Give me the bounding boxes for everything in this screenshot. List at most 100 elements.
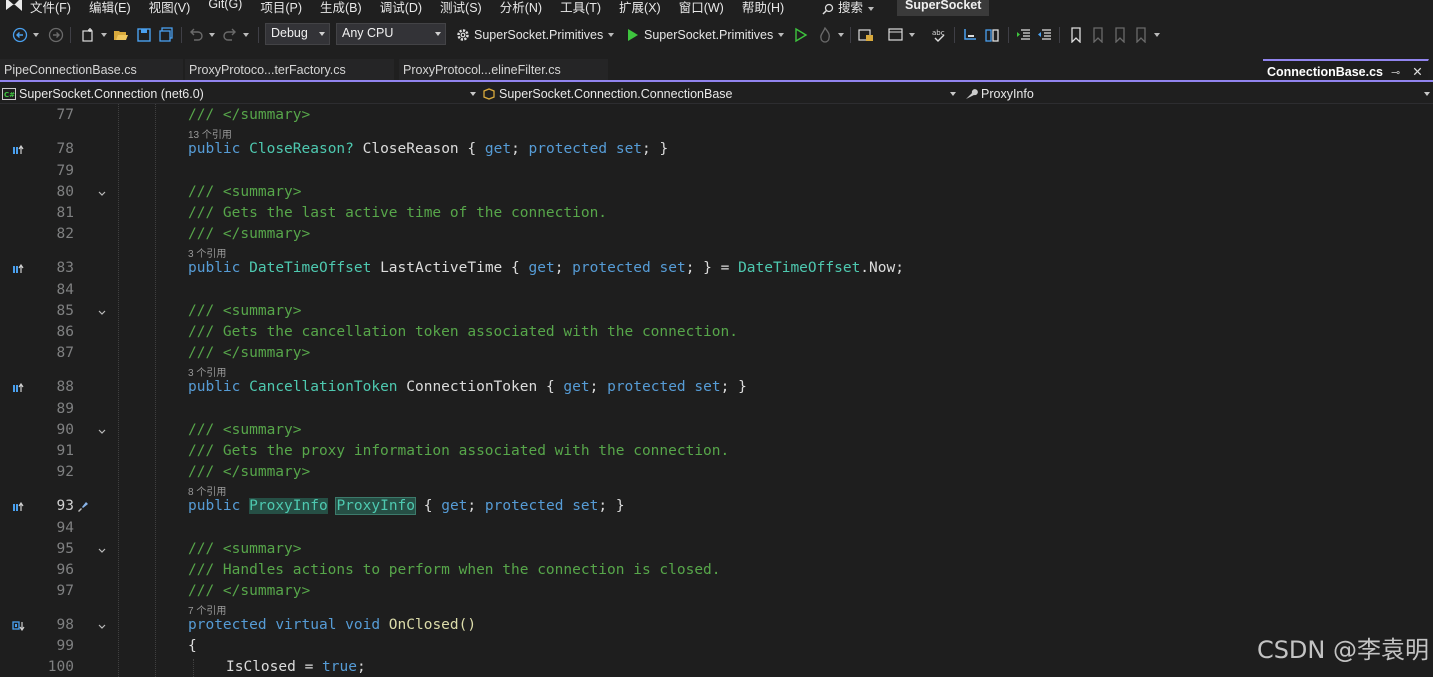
startup-project-dropdown[interactable]: SuperSocket.Primitives bbox=[455, 25, 615, 45]
line-number: 95 bbox=[56, 541, 74, 557]
solution-configuration-dropdown[interactable]: Debug bbox=[265, 23, 330, 45]
code-line[interactable]: 95 /// <summary> bbox=[0, 541, 1433, 562]
code-line[interactable]: 87 /// </summary> bbox=[0, 345, 1433, 366]
navigate-back-button[interactable] bbox=[12, 25, 39, 45]
chevron-down-icon bbox=[608, 33, 615, 37]
navigate-forward-button[interactable] bbox=[48, 25, 64, 45]
collapse-chevron-icon[interactable] bbox=[98, 547, 106, 555]
hot-reload-button[interactable] bbox=[817, 25, 844, 45]
code-line[interactable]: 83 public DateTimeOffset LastActiveTime … bbox=[0, 260, 1433, 281]
menu-edit[interactable]: 编辑(E) bbox=[89, 0, 131, 16]
member-dropdown[interactable]: ProxyInfo bbox=[964, 84, 1430, 103]
keyword: get bbox=[484, 141, 512, 157]
code-line[interactable]: 100 IsClosed = true; bbox=[0, 659, 1433, 677]
code-line[interactable]: 84 bbox=[0, 282, 1433, 303]
save-all-button[interactable] bbox=[158, 25, 174, 45]
collapse-chevron-icon[interactable] bbox=[98, 428, 106, 436]
close-icon[interactable]: ✕ bbox=[1412, 65, 1422, 79]
code-line[interactable]: 91 /// Gets the proxy information associ… bbox=[0, 443, 1433, 464]
code-line[interactable]: 80 /// <summary> bbox=[0, 184, 1433, 205]
menu-build[interactable]: 生成(B) bbox=[320, 0, 362, 16]
code-line[interactable]: 86 /// Gets the cancellation token assoc… bbox=[0, 324, 1433, 345]
collapse-chevron-icon[interactable] bbox=[98, 190, 106, 198]
toggle-view-button[interactable] bbox=[984, 25, 1000, 45]
code-line[interactable]: 81 /// Gets the last active time of the … bbox=[0, 205, 1433, 226]
line-number: 100 bbox=[47, 659, 74, 675]
menu-file[interactable]: 文件(F) bbox=[30, 0, 71, 16]
code-line[interactable]: 85 /// <summary> bbox=[0, 303, 1433, 324]
indent-button[interactable] bbox=[1037, 25, 1053, 45]
menu-extensions[interactable]: 扩展(X) bbox=[619, 0, 661, 16]
code-line[interactable]: 88 public CancellationToken ConnectionTo… bbox=[0, 379, 1433, 400]
menu-view[interactable]: 视图(V) bbox=[149, 0, 191, 16]
toolbar-separator bbox=[954, 27, 955, 43]
codelens-references[interactable]: 7 个引用 bbox=[188, 602, 226, 617]
next-bookmark-button[interactable] bbox=[1111, 25, 1127, 45]
project-name: SuperSocket.Connection (net6.0) bbox=[19, 86, 204, 101]
solution-platform-value: Any CPU bbox=[342, 26, 394, 40]
line-number: 94 bbox=[56, 520, 74, 536]
menu-help[interactable]: 帮助(H) bbox=[742, 0, 784, 16]
xml-doc-comment: /// <summary> bbox=[188, 422, 302, 438]
redo-button[interactable] bbox=[222, 25, 249, 45]
keyword: get bbox=[563, 379, 590, 395]
previous-bookmark-button[interactable] bbox=[1089, 25, 1105, 45]
chevron-down-icon bbox=[868, 6, 875, 11]
code-line[interactable]: 96 /// Handles actions to perform when t… bbox=[0, 562, 1433, 583]
project-dropdown[interactable]: C# SuperSocket.Connection (net6.0) bbox=[2, 84, 476, 103]
code-line[interactable]: 97 /// </summary> bbox=[0, 583, 1433, 604]
codelens-references[interactable]: 3 个引用 bbox=[188, 245, 226, 260]
keyword: protected bbox=[528, 141, 608, 157]
menu-project[interactable]: 项目(P) bbox=[260, 0, 302, 16]
visual-studio-logo-icon[interactable] bbox=[4, 0, 24, 12]
tab-proxyprotocol-pipelinefilter[interactable]: ProxyProtocol...elineFilter.cs bbox=[399, 59, 609, 81]
line-number: 80 bbox=[56, 184, 74, 200]
menu-debug[interactable]: 调试(D) bbox=[380, 0, 422, 16]
step-into-button[interactable] bbox=[962, 25, 978, 45]
code-line[interactable]: 98 protected virtual void OnClosed() bbox=[0, 617, 1433, 638]
codelens-references[interactable]: 8 个引用 bbox=[188, 483, 226, 498]
collapse-chevron-icon[interactable] bbox=[98, 309, 106, 317]
open-file-button[interactable] bbox=[113, 25, 129, 45]
pin-icon[interactable]: ⊸ bbox=[1391, 67, 1400, 79]
tab-pipeconnectionbase[interactable]: PipeConnectionBase.cs bbox=[0, 59, 184, 81]
method-declaration: protected virtual void OnClosed() bbox=[188, 617, 476, 633]
code-line[interactable]: 79 bbox=[0, 163, 1433, 184]
outdent-button[interactable] bbox=[1016, 25, 1032, 45]
code-line[interactable]: 78 public CloseReason? CloseReason { get… bbox=[0, 141, 1433, 162]
save-button[interactable] bbox=[136, 25, 152, 45]
menu-tools[interactable]: 工具(T) bbox=[560, 0, 601, 16]
clear-bookmarks-button[interactable] bbox=[1133, 25, 1160, 45]
layout-button[interactable] bbox=[888, 25, 915, 45]
menu-test[interactable]: 测试(S) bbox=[440, 0, 482, 16]
tab-proxyprotocol-filterfactory[interactable]: ProxyProtoco...terFactory.cs bbox=[185, 59, 395, 81]
tab-connectionbase[interactable]: ConnectionBase.cs ⊸ ✕ bbox=[1263, 59, 1429, 81]
code-line[interactable]: 92 /// </summary> bbox=[0, 464, 1433, 485]
undo-button[interactable] bbox=[188, 25, 215, 45]
menu-analyze[interactable]: 分析(N) bbox=[500, 0, 542, 16]
start-without-debugging-button[interactable] bbox=[793, 25, 809, 45]
toggle-bookmark-button[interactable] bbox=[1068, 25, 1084, 45]
code-line-current[interactable]: 93 public ProxyInfo ProxyInfo { get; pro… bbox=[0, 497, 1433, 519]
tab-label: PipeConnectionBase.cs bbox=[4, 63, 137, 77]
code-line[interactable]: 94 bbox=[0, 520, 1433, 541]
solution-platform-dropdown[interactable]: Any CPU bbox=[336, 23, 446, 45]
code-line[interactable]: 89 bbox=[0, 401, 1433, 422]
type-dropdown[interactable]: SuperSocket.Connection.ConnectionBase bbox=[482, 84, 956, 103]
code-line[interactable]: 77 /// </summary> bbox=[0, 107, 1433, 128]
collapse-chevron-icon[interactable] bbox=[98, 623, 106, 631]
code-line[interactable]: 90 /// <summary> bbox=[0, 422, 1433, 443]
menu-git[interactable]: Git(G) bbox=[208, 0, 242, 16]
codelens-references[interactable]: 3 个引用 bbox=[188, 364, 226, 379]
search-button[interactable]: 搜索 bbox=[822, 0, 875, 16]
code-editor[interactable]: 77 /// </summary> 13 个引用 78 public Close… bbox=[0, 104, 1433, 677]
new-project-button[interactable] bbox=[80, 25, 107, 45]
codelens-references[interactable]: 13 个引用 bbox=[188, 126, 232, 141]
spell-check-button[interactable]: abc bbox=[931, 25, 947, 45]
menu-window[interactable]: 窗口(W) bbox=[679, 0, 724, 16]
code-line[interactable]: 82 /// </summary> bbox=[0, 226, 1433, 247]
code-line[interactable]: 99 { bbox=[0, 638, 1433, 659]
start-debugging-button[interactable]: SuperSocket.Primitives bbox=[625, 25, 785, 45]
quick-actions-brush-icon[interactable] bbox=[76, 500, 89, 513]
browse-button[interactable] bbox=[858, 25, 874, 45]
